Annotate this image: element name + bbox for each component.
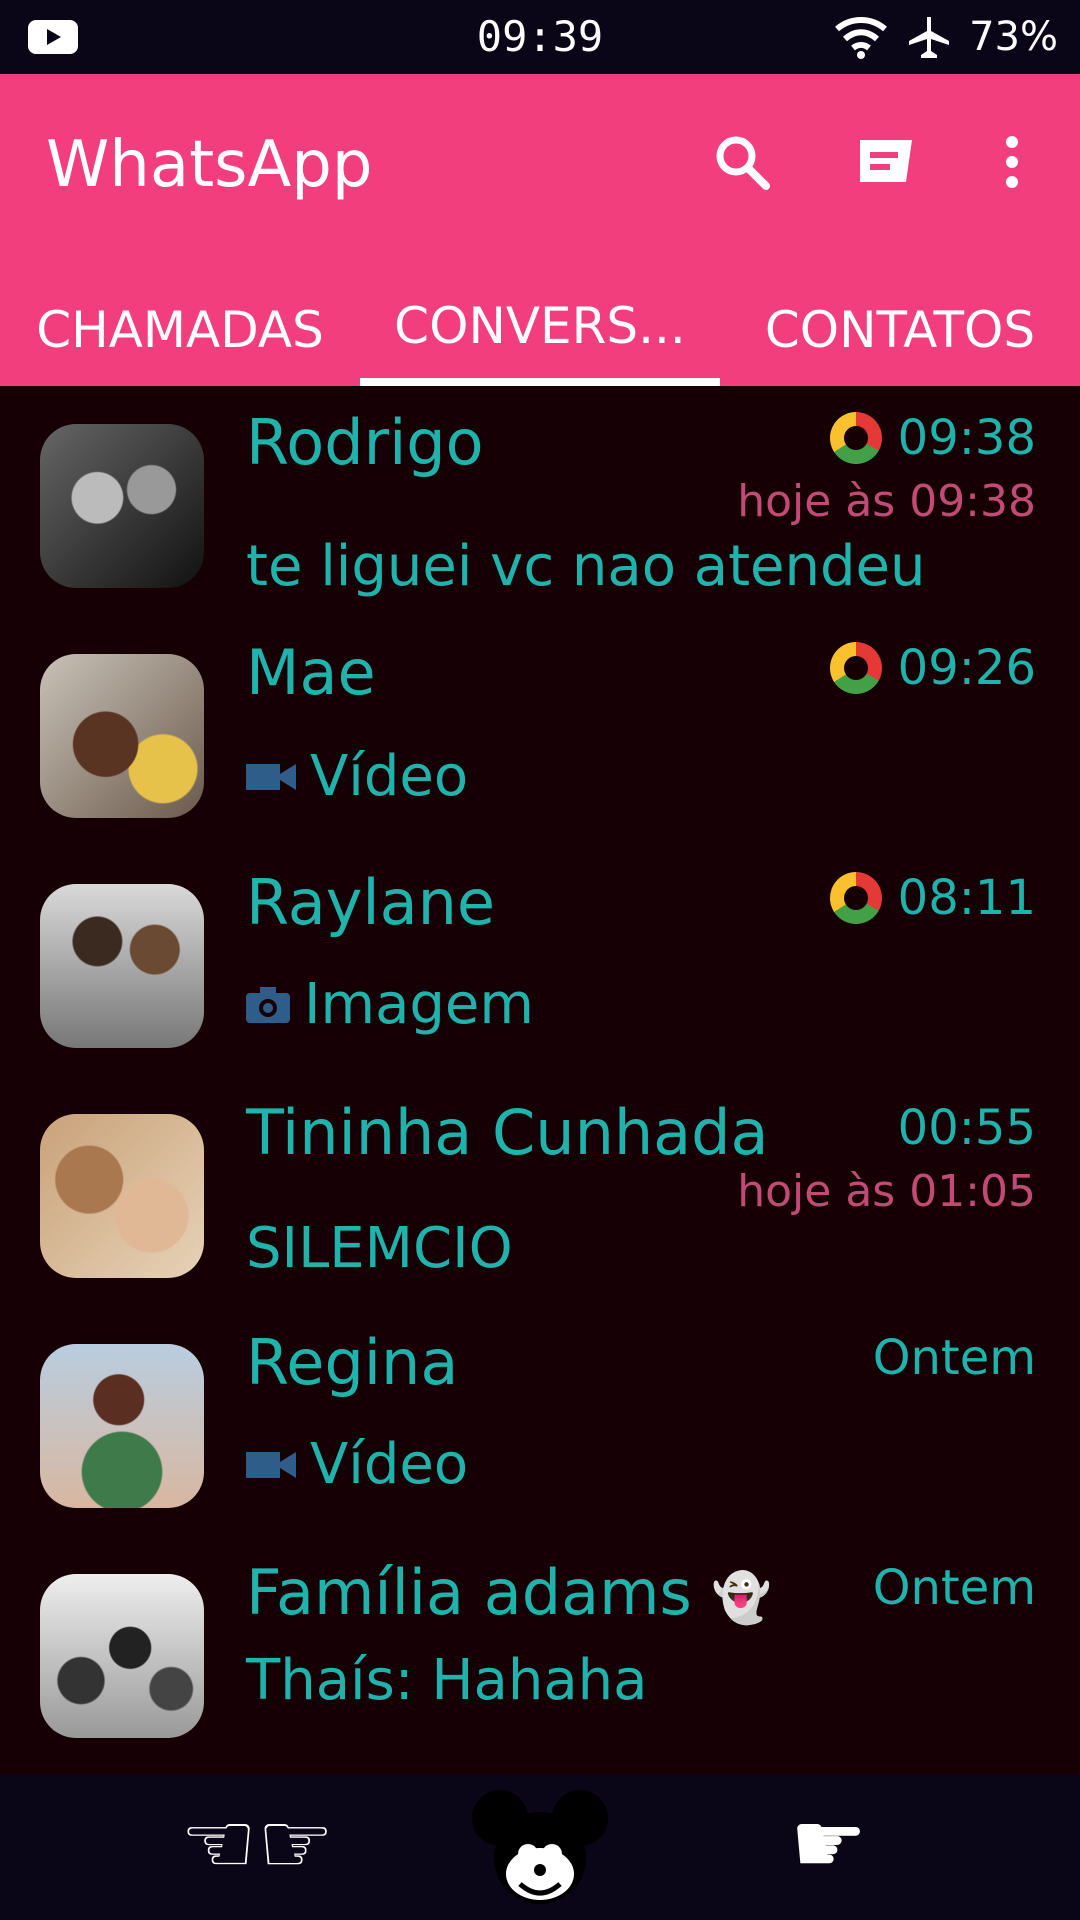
video-icon [246, 763, 296, 790]
pointing-hand-icon[interactable]: ☛ [790, 1794, 867, 1894]
last-message-text: Imagem [304, 972, 534, 1037]
chat-meta: 09:38 [829, 410, 1036, 466]
ghost-emoji: 👻 [711, 1570, 772, 1626]
last-seen: hoje às 01:05 [737, 1166, 1036, 1217]
wifi-icon [835, 17, 888, 59]
chat-row-mae[interactable]: Mae 09:26 Vídeo [0, 616, 1080, 846]
status-right: 73% [833, 14, 1058, 60]
avatar[interactable] [40, 654, 204, 818]
group-name: Família adams [246, 1556, 692, 1629]
airplane-mode-icon [909, 17, 950, 58]
contact-name: Rodrigo [246, 406, 484, 479]
last-message: SILEMCIO [246, 1216, 513, 1281]
app-bar: WhatsApp CHAMADAS CONVERS... CONTATOS [0, 74, 1080, 386]
last-message: Vídeo [246, 1432, 468, 1497]
avatar[interactable] [40, 1574, 204, 1738]
more-options-button[interactable] [976, 126, 1048, 198]
last-message-text: Vídeo [310, 744, 469, 809]
contact-name: Tininha Cunhada [246, 1096, 769, 1169]
last-message: te liguei vc nao atendeu [246, 534, 926, 599]
video-icon [246, 1451, 296, 1478]
contact-name: Mae [246, 636, 376, 709]
status-bar: 09:39 73% [0, 0, 1080, 74]
last-message-text: SILEMCIO [246, 1216, 513, 1281]
battery-level: 73% [969, 14, 1058, 60]
tab-calls[interactable]: CHAMADAS [0, 274, 360, 386]
avatar[interactable] [40, 1114, 204, 1278]
last-message-text: te liguei vc nao atendeu [246, 534, 926, 599]
last-message-text: Vídeo [310, 1432, 469, 1497]
app-title: WhatsApp [46, 128, 373, 202]
avatar[interactable] [40, 1344, 204, 1508]
last-message: Vídeo [246, 744, 468, 809]
chat-row-regina[interactable]: Regina Ontem Vídeo [0, 1306, 1080, 1536]
mickey-icon[interactable] [470, 1784, 610, 1914]
search-button[interactable] [706, 126, 778, 198]
last-seen: hoje às 09:38 [737, 476, 1036, 527]
chrome-icon [829, 412, 882, 464]
search-icon [716, 136, 770, 190]
chat-meta: 08:11 [829, 870, 1036, 926]
chat-row-tininha[interactable]: Tininha Cunhada 00:55 hoje às 01:05 SILE… [0, 1076, 1080, 1306]
last-message: Thaís: Hahaha [246, 1648, 647, 1713]
chat-time: 08:11 [897, 870, 1036, 926]
swap-hands-icon[interactable]: ☜☞ [180, 1794, 334, 1894]
last-message: Imagem [246, 972, 534, 1037]
camera-icon [246, 986, 290, 1023]
tab-contacts[interactable]: CONTATOS [720, 274, 1080, 386]
last-message-text: Thaís: Hahaha [246, 1648, 648, 1713]
chat-row-rodrigo[interactable]: Rodrigo 09:38 hoje às 09:38 te liguei vc… [0, 386, 1080, 616]
chat-time: Ontem [872, 1560, 1036, 1616]
chat-meta: 00:55 [898, 1100, 1036, 1156]
chat-time: 09:26 [897, 640, 1036, 696]
chat-row-raylane[interactable]: Raylane 08:11 Imagem [0, 846, 1080, 1076]
avatar[interactable] [40, 884, 204, 1048]
tab-chats[interactable]: CONVERS... [360, 274, 720, 386]
chrome-icon [829, 642, 882, 694]
new-chat-button[interactable] [850, 126, 922, 198]
chat-time: Ontem [872, 1330, 1036, 1386]
message-icon [860, 140, 912, 182]
more-vertical-icon [1006, 136, 1018, 188]
chrome-icon [829, 872, 882, 924]
bottom-bar: ☜☞ ☛ [0, 1774, 1080, 1920]
chat-meta: 09:26 [829, 640, 1036, 696]
chat-meta: Ontem [873, 1560, 1036, 1616]
contact-name: Família adams 👻 [246, 1556, 771, 1629]
avatar[interactable] [40, 424, 204, 588]
contact-name: Raylane [246, 866, 496, 939]
contact-name: Regina [246, 1326, 459, 1399]
tab-bar: CHAMADAS CONVERS... CONTATOS [0, 274, 1080, 386]
chat-row-familia-adams[interactable]: Família adams 👻 Ontem Thaís: Hahaha [0, 1536, 1080, 1766]
chat-time: 00:55 [897, 1100, 1036, 1156]
chat-time: 09:38 [897, 410, 1036, 466]
chat-meta: Ontem [873, 1330, 1036, 1386]
